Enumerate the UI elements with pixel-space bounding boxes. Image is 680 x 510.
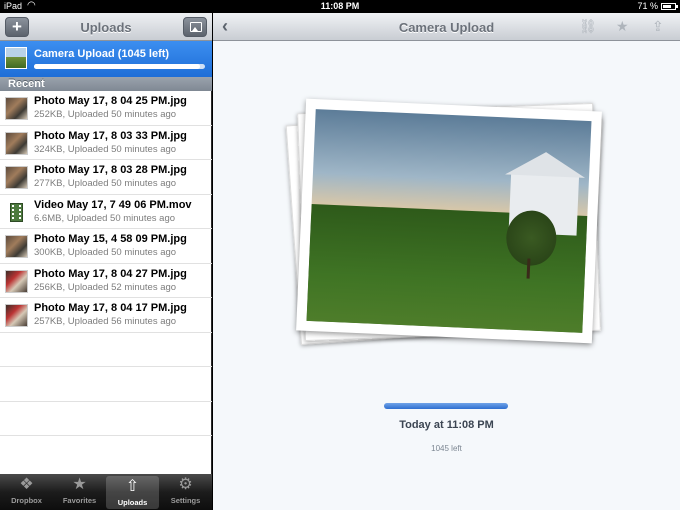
battery-icon <box>661 3 678 10</box>
tab-settings[interactable]: ⚙ Settings <box>159 474 212 510</box>
item-name: Photo May 17, 8 04 25 PM.jpg <box>34 95 187 107</box>
remaining-count: 1045 left <box>431 444 462 453</box>
uploads-nav-bar: + Uploads <box>0 13 212 41</box>
upload-progress-bar <box>384 403 508 409</box>
item-meta: 257KB, Uploaded 56 minutes ago <box>34 316 177 327</box>
list-item[interactable]: Video May 17, 7 49 06 PM.mov 6.6MB, Uplo… <box>0 195 212 229</box>
upload-timestamp: Today at 11:08 PM <box>399 419 494 431</box>
uploads-title: Uploads <box>80 20 132 35</box>
list-item[interactable]: Photo May 15, 4 58 09 PM.jpg 300KB, Uplo… <box>0 229 212 264</box>
tab-favorites[interactable]: ★ Favorites <box>53 474 106 510</box>
item-name: Photo May 15, 4 58 09 PM.jpg <box>34 233 187 245</box>
tab-label: Favorites <box>62 496 97 505</box>
empty-list-row <box>0 333 212 367</box>
status-clock: 11:08 PM <box>320 1 360 11</box>
recent-uploads-list: Photo May 17, 8 04 25 PM.jpg 252KB, Uplo… <box>0 91 212 436</box>
empty-list-row <box>0 402 212 436</box>
empty-list-row <box>0 367 212 402</box>
detail-panel: ‹ Camera Upload ⛓ ★ ⇪ Today at 11:08 PM … <box>213 13 680 510</box>
dropbox-icon: ❖ <box>19 476 34 493</box>
detail-title: Camera Upload <box>398 20 495 35</box>
photo-thumbnail <box>5 269 28 293</box>
battery-percentage: 71 % <box>637 1 658 11</box>
uploads-panel: + Uploads Camera Upload (1045 left) Rece… <box>0 13 212 510</box>
photo-thumbnail <box>5 97 28 120</box>
tab-label: Settings <box>170 496 201 505</box>
list-item[interactable]: Photo May 17, 8 04 25 PM.jpg 252KB, Uplo… <box>0 91 212 126</box>
link-icon[interactable]: ⛓ <box>579 18 597 35</box>
landscape-image <box>306 109 592 333</box>
list-item[interactable]: Photo May 17, 8 03 33 PM.jpg 324KB, Uplo… <box>0 126 212 160</box>
tab-label: Dropbox <box>11 496 42 505</box>
status-bar: iPad ◠ 11:08 PM 71 % <box>0 0 680 13</box>
current-upload-label: Camera Upload (1045 left) <box>34 48 170 60</box>
list-item[interactable]: Photo May 17, 8 04 27 PM.jpg 256KB, Uplo… <box>0 264 212 298</box>
photo-library-button[interactable] <box>183 17 207 37</box>
list-item[interactable]: Photo May 17, 8 04 17 PM.jpg 257KB, Uplo… <box>0 298 212 333</box>
item-name: Photo May 17, 8 03 33 PM.jpg <box>34 129 187 142</box>
item-name: Photo May 17, 8 03 28 PM.jpg <box>34 164 187 176</box>
current-upload-row[interactable]: Camera Upload (1045 left) <box>0 41 212 77</box>
item-meta: 256KB, Uploaded 52 minutes ago <box>34 281 177 293</box>
star-icon[interactable]: ★ <box>616 18 629 35</box>
photo-icon <box>190 22 202 32</box>
item-name: Photo May 17, 8 04 27 PM.jpg <box>34 267 187 280</box>
item-meta: 6.6MB, Uploaded 50 minutes ago <box>34 212 176 224</box>
item-name: Photo May 17, 8 04 17 PM.jpg <box>34 302 187 314</box>
item-meta: 277KB, Uploaded 50 minutes ago <box>34 178 177 189</box>
photo-thumbnail <box>5 131 28 155</box>
tab-dropbox[interactable]: ❖ Dropbox <box>0 474 53 510</box>
list-item[interactable]: Photo May 17, 8 03 28 PM.jpg 277KB, Uplo… <box>0 160 212 195</box>
item-meta: 300KB, Uploaded 50 minutes ago <box>34 247 177 258</box>
video-icon <box>5 200 28 224</box>
share-icon[interactable]: ⇪ <box>652 18 664 35</box>
section-header-recent: Recent <box>0 77 212 91</box>
tab-uploads[interactable]: ⇧ Uploads <box>106 476 159 509</box>
item-name: Video May 17, 7 49 06 PM.mov <box>34 198 192 211</box>
item-meta: 324KB, Uploaded 50 minutes ago <box>34 143 177 155</box>
current-upload-progress <box>34 64 205 69</box>
detail-nav-bar: ‹ Camera Upload ⛓ ★ ⇪ <box>213 13 680 41</box>
star-icon: ★ <box>72 476 87 493</box>
tab-bar: ❖ Dropbox ★ Favorites ⇧ Uploads ⚙ Settin… <box>0 474 212 510</box>
upload-preview-photo <box>296 98 602 344</box>
tab-label: Uploads <box>117 498 148 507</box>
current-upload-thumbnail <box>5 47 27 69</box>
photo-thumbnail <box>5 304 28 327</box>
photo-thumbnail <box>5 235 28 258</box>
photo-thumbnail <box>5 166 28 189</box>
item-meta: 252KB, Uploaded 50 minutes ago <box>34 109 177 120</box>
upload-icon: ⇧ <box>125 478 140 495</box>
gear-icon: ⚙ <box>178 476 193 493</box>
